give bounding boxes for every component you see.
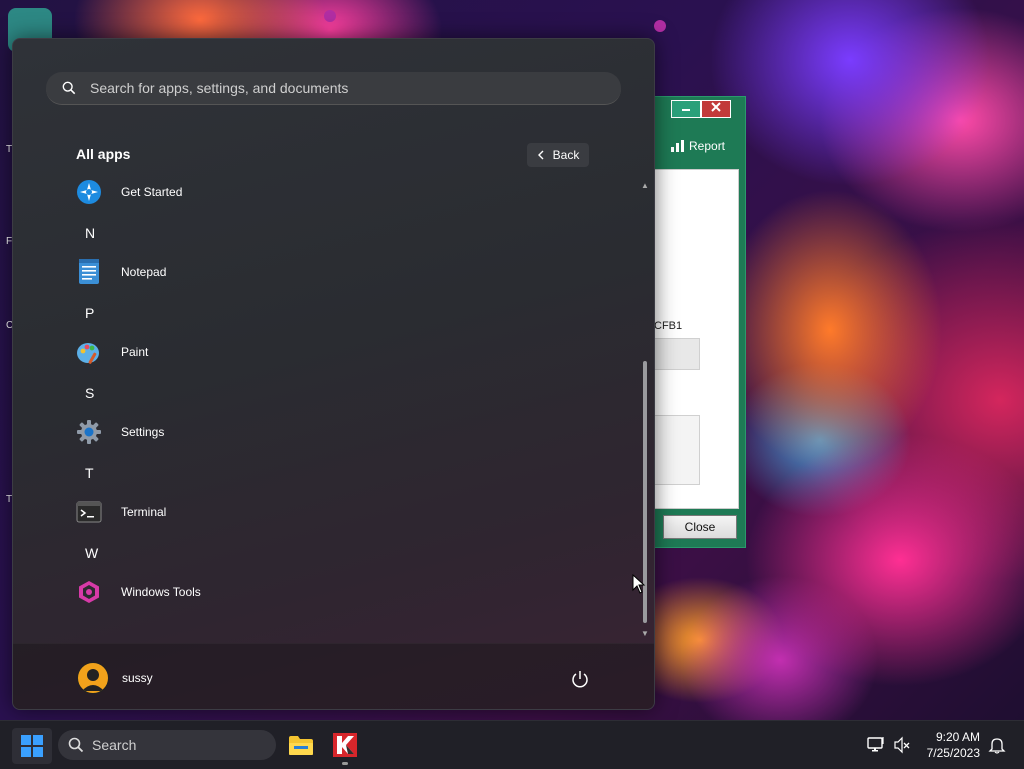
clock-time: 9:20 AM	[935, 730, 980, 744]
start-button[interactable]	[12, 728, 52, 764]
scroll-down-arrow-icon[interactable]: ▼	[641, 629, 649, 638]
wallpaper-dot	[654, 20, 666, 32]
clock-date: 7/25/2023	[926, 746, 980, 760]
start-search-input[interactable]	[88, 79, 621, 97]
power-icon[interactable]	[570, 669, 590, 689]
back-label: Back	[552, 148, 580, 162]
search-icon	[62, 81, 76, 95]
app-label: Windows Tools	[121, 585, 201, 599]
minimize-icon	[682, 109, 690, 111]
user-account-button[interactable]: sussy	[77, 662, 153, 694]
folder-icon	[289, 736, 313, 755]
app-label: Terminal	[121, 505, 167, 519]
bar-chart-icon	[671, 140, 684, 152]
app-label: Settings	[121, 425, 165, 439]
minimize-button[interactable]	[671, 100, 701, 118]
notepad-icon	[76, 259, 102, 285]
background-app-window[interactable]: Report CFB1 Close	[640, 96, 746, 548]
partial-text: CFB1	[654, 320, 683, 332]
app-item-paint[interactable]: Paint	[76, 332, 148, 372]
taskbar-search-label: Search	[92, 737, 137, 753]
user-name: sussy	[122, 671, 153, 685]
mouse-cursor-icon	[632, 574, 646, 594]
letter-header-n[interactable]: N	[85, 225, 95, 241]
close-button[interactable]: Close	[663, 515, 737, 539]
security-app-taskbar-button[interactable]	[330, 730, 360, 765]
letter-header-p[interactable]: P	[85, 305, 94, 321]
start-search-box[interactable]	[46, 72, 621, 105]
windows-tools-icon	[76, 579, 102, 605]
wallpaper-dot	[324, 10, 336, 22]
settings-icon	[76, 419, 102, 445]
file-explorer-taskbar-button[interactable]	[286, 730, 316, 760]
search-icon	[68, 737, 84, 753]
app-label: Notepad	[121, 265, 167, 279]
start-menu-footer: sussy	[13, 643, 654, 709]
network-icon[interactable]	[866, 736, 886, 754]
close-icon	[711, 102, 721, 112]
taskbar-search[interactable]: Search	[58, 730, 276, 760]
windows-logo-icon	[21, 735, 43, 757]
back-button[interactable]: Back	[527, 143, 589, 167]
report-button[interactable]: Report	[671, 139, 725, 153]
taskbar: Search 9:20 AM 7/25/2023	[0, 720, 1024, 769]
app-item-get-started[interactable]: Get Started	[76, 172, 182, 212]
app-item-notepad[interactable]: Notepad	[76, 252, 166, 292]
avatar	[77, 662, 109, 694]
kaspersky-icon	[333, 733, 357, 757]
app-label: Paint	[121, 345, 149, 359]
terminal-icon	[76, 499, 102, 525]
letter-header-w[interactable]: W	[85, 545, 98, 561]
app-item-settings[interactable]: Settings	[76, 412, 164, 452]
app-list-scrollbar[interactable]: ▲ ▼	[641, 181, 649, 641]
letter-header-s[interactable]: S	[85, 385, 94, 401]
volume-muted-icon[interactable]	[893, 736, 911, 754]
app-item-terminal[interactable]: Terminal	[76, 492, 166, 532]
all-apps-heading: All apps	[76, 146, 131, 162]
report-label: Report	[689, 139, 726, 153]
running-indicator	[342, 762, 348, 765]
chevron-left-icon	[537, 150, 544, 160]
letter-header-t[interactable]: T	[85, 465, 94, 481]
window-close-button[interactable]	[701, 100, 731, 118]
app-item-windows-tools[interactable]: Windows Tools	[76, 572, 201, 612]
scroll-up-arrow-icon[interactable]: ▲	[641, 181, 649, 190]
paint-icon	[76, 339, 102, 365]
get-started-icon	[76, 179, 102, 205]
app-label: Get Started	[121, 185, 183, 199]
notification-bell-icon[interactable]	[988, 736, 1006, 754]
start-menu: All apps Back Get Started N Notepad P Pa…	[12, 38, 655, 710]
content-panel: CFB1	[641, 169, 739, 509]
clock[interactable]: 9:20 AM 7/25/2023	[922, 729, 980, 761]
